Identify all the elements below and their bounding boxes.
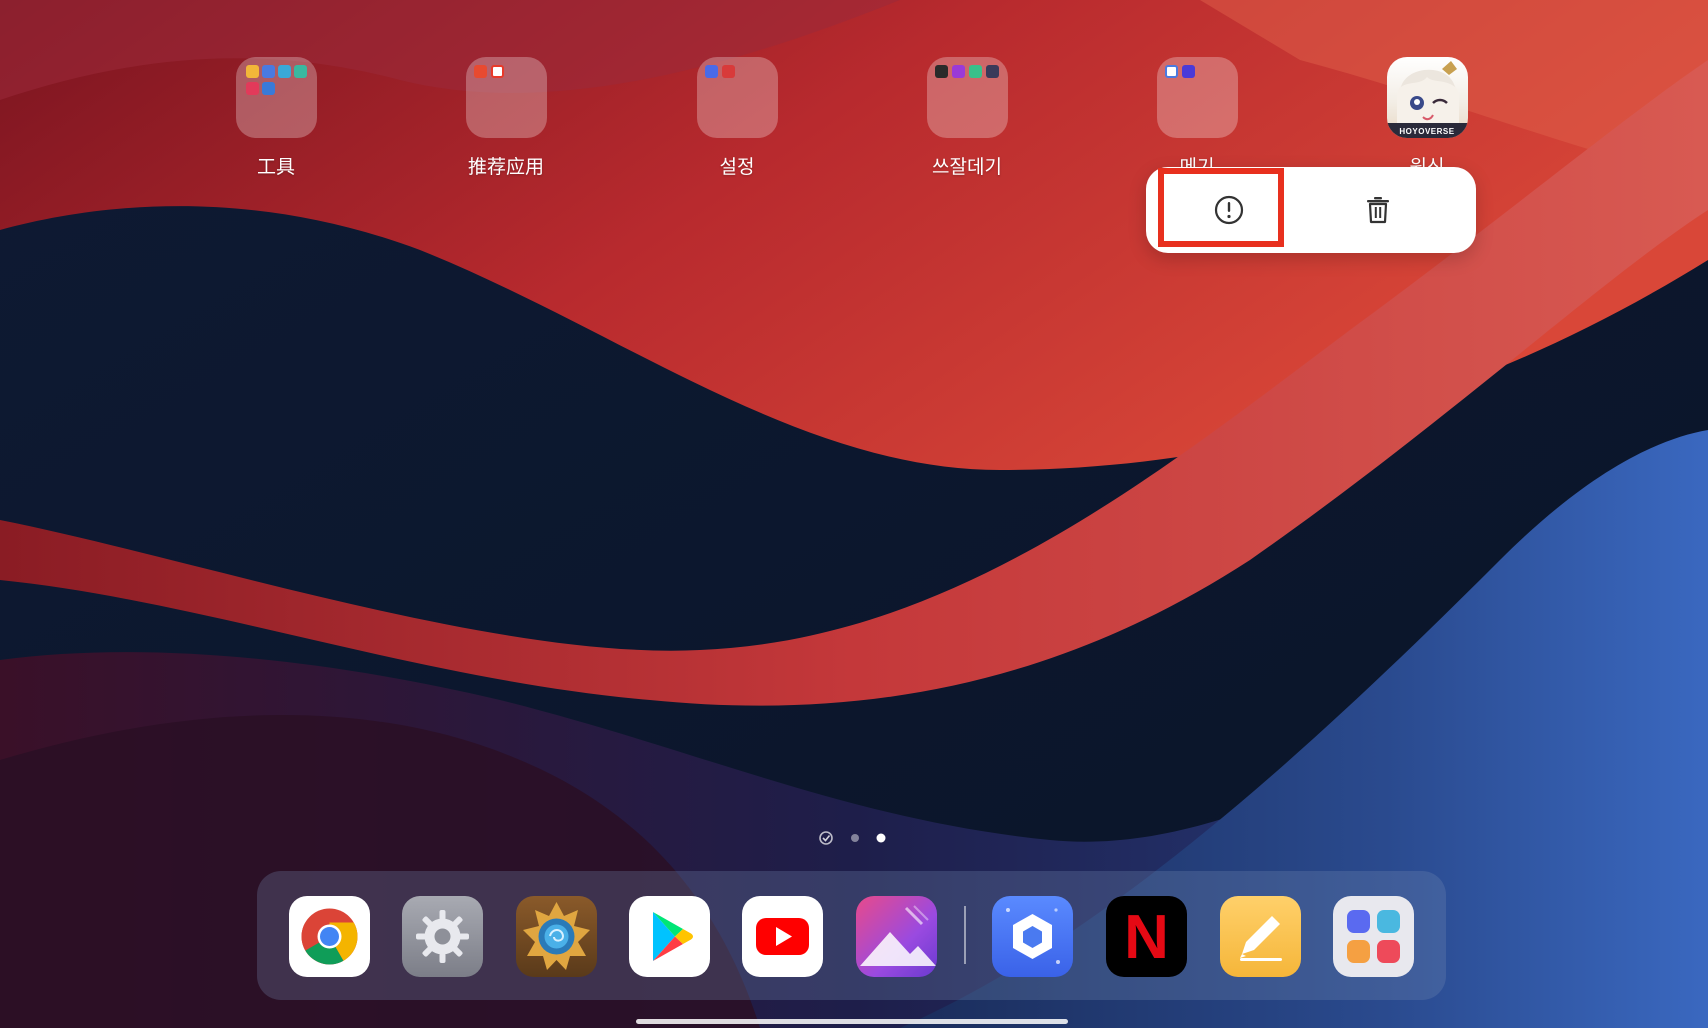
play-store-icon[interactable] (629, 896, 710, 977)
play-store-logo (653, 912, 693, 961)
notes-pencil-icon[interactable] (1220, 896, 1301, 977)
netflix-icon[interactable]: N (1106, 896, 1187, 977)
trash-icon (1367, 197, 1389, 224)
weather-mini-icon (277, 65, 291, 78)
folder-settings-label: 설정 (719, 157, 755, 178)
folder-recommended-label: 推荐应用 (467, 157, 544, 178)
genshin-icon[interactable]: HOYOVERSE (1386, 57, 1468, 138)
upload-mini-icon (293, 65, 307, 78)
terminal-mini-icon (985, 65, 999, 78)
folder-settings[interactable]: 설정 (667, 57, 807, 179)
hoyoverse-logo: HOYOVERSE (1399, 127, 1455, 136)
folder-misc-tile[interactable] (926, 57, 1008, 138)
chrome-icon[interactable] (289, 896, 370, 977)
discord-mini-icon (1181, 65, 1195, 78)
gallery-icon[interactable] (856, 896, 937, 977)
app-info-button[interactable] (1154, 167, 1304, 253)
white-app-mini-icon (1164, 65, 1178, 78)
folder-settings-tile[interactable] (696, 57, 778, 138)
app-drawer-icon[interactable] (1333, 896, 1414, 977)
folder-tools[interactable]: 工具 (206, 57, 346, 179)
pencil-shape (1240, 916, 1282, 961)
app-genshin[interactable]: HOYOVERSE 원신 (1357, 57, 1497, 179)
home-indicator-bar[interactable] (636, 1019, 1068, 1024)
app-context-menu (1146, 167, 1476, 253)
cube-shape (1006, 908, 1060, 964)
netflix-letter: N (1124, 903, 1169, 972)
folder-misc[interactable]: 쓰잘데기 (897, 57, 1037, 179)
red-app-mini-icon (473, 65, 487, 78)
youtube-logo (756, 918, 809, 955)
purple-app-mini-icon (951, 65, 965, 78)
info-icon (1214, 195, 1244, 225)
folder-recommended-tile[interactable] (465, 57, 547, 138)
genshin-character-icon (1386, 61, 1468, 138)
contacts-mini-icon (245, 82, 259, 95)
green-app-mini-icon (968, 65, 982, 78)
gear-shape (416, 910, 469, 963)
page-dots (819, 831, 886, 845)
folder-megi[interactable]: 메기 (1127, 57, 1267, 179)
folder-misc-label: 쓰잘데기 (932, 157, 1002, 178)
folder-tools-tile[interactable] (235, 57, 317, 138)
folder-recommended[interactable]: 推荐应用 (436, 57, 576, 179)
files-mini-icon (261, 82, 275, 95)
wps-mini-icon (490, 65, 504, 78)
dock-separator (964, 906, 966, 964)
camera-mini-icon (721, 65, 735, 78)
dark-app-mini-icon (934, 65, 948, 78)
page-indicator (0, 830, 1708, 846)
chrome-logo (301, 908, 358, 965)
gallery-mountain (860, 905, 936, 966)
security-mini-icon (704, 65, 718, 78)
cloud-mini-icon (261, 65, 275, 78)
folder-tools-label: 工具 (256, 157, 295, 178)
hearthstone-logo (523, 902, 590, 970)
hearthstone-icon[interactable] (516, 896, 597, 977)
youtube-icon[interactable] (742, 896, 823, 977)
cube-app-icon[interactable] (992, 896, 1073, 977)
app-drawer-grid (1347, 910, 1400, 963)
notes-mini-icon (245, 65, 259, 78)
folder-megi-tile[interactable] (1156, 57, 1238, 138)
settings-gear-icon[interactable] (402, 896, 483, 977)
uninstall-button[interactable] (1303, 167, 1453, 253)
